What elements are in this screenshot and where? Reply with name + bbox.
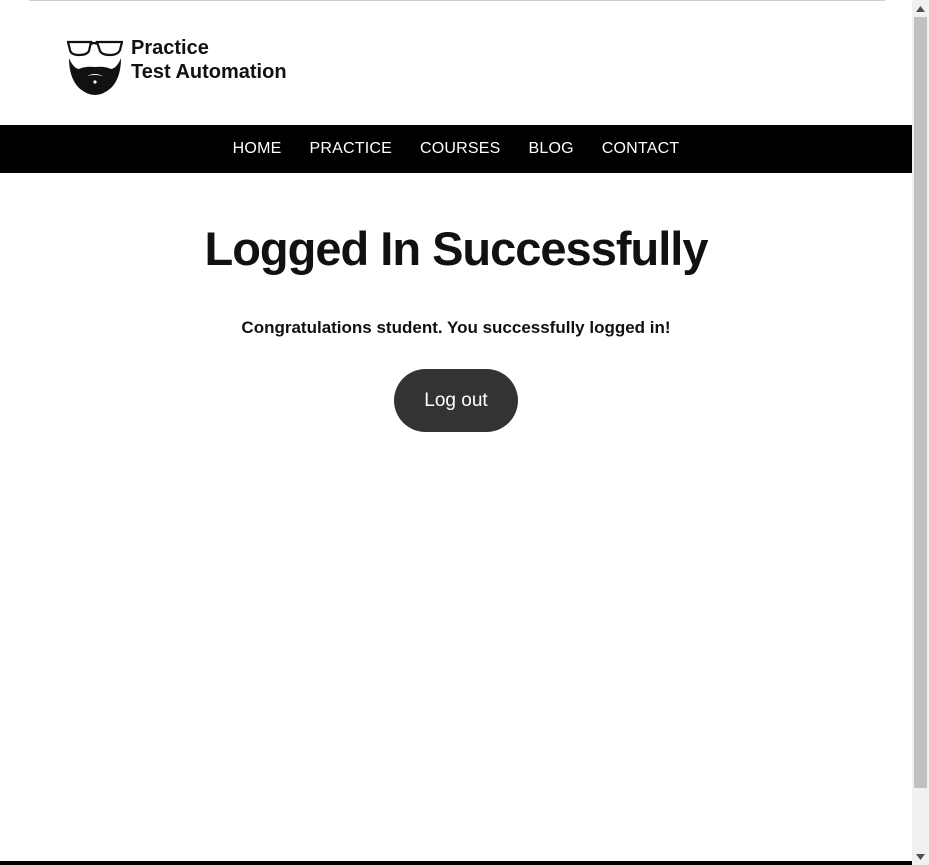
logo-line-1: Practice — [131, 37, 209, 59]
scroll-down-icon[interactable] — [912, 848, 929, 865]
success-message: Congratulations student. You successfull… — [241, 318, 671, 337]
logout-button[interactable]: Log out — [394, 369, 518, 432]
footer-divider — [0, 861, 912, 865]
nav-item-courses[interactable]: COURSES — [420, 140, 501, 158]
scroll-up-icon[interactable] — [912, 0, 929, 17]
site-logo-link[interactable]: Practice Test Automation — [67, 36, 287, 96]
page-title: Logged In Successfully — [204, 222, 709, 275]
nav-item-practice[interactable]: PRACTICE — [309, 140, 392, 158]
site-header: Practice Test Automation — [0, 0, 912, 125]
nav-item-contact[interactable]: CONTACT — [602, 140, 680, 158]
main-navigation: HOME PRACTICE COURSES BLOG CONTACT — [0, 125, 912, 173]
main-content: Logged In Successfully Congratulations s… — [0, 173, 912, 432]
logo-line-2: Test Automation — [131, 61, 287, 83]
nav-list: HOME PRACTICE COURSES BLOG CONTACT — [219, 140, 694, 158]
nav-item-home[interactable]: HOME — [233, 140, 282, 158]
scrollbar-thumb[interactable] — [914, 17, 927, 788]
vertical-scrollbar[interactable] — [912, 0, 929, 865]
bearded-face-logo-icon — [67, 40, 123, 95]
page: Practice Test Automation HOME PRACTICE C… — [0, 0, 912, 865]
nav-item-blog[interactable]: BLOG — [529, 140, 574, 158]
logo-text: Practice Test Automation — [131, 36, 287, 84]
